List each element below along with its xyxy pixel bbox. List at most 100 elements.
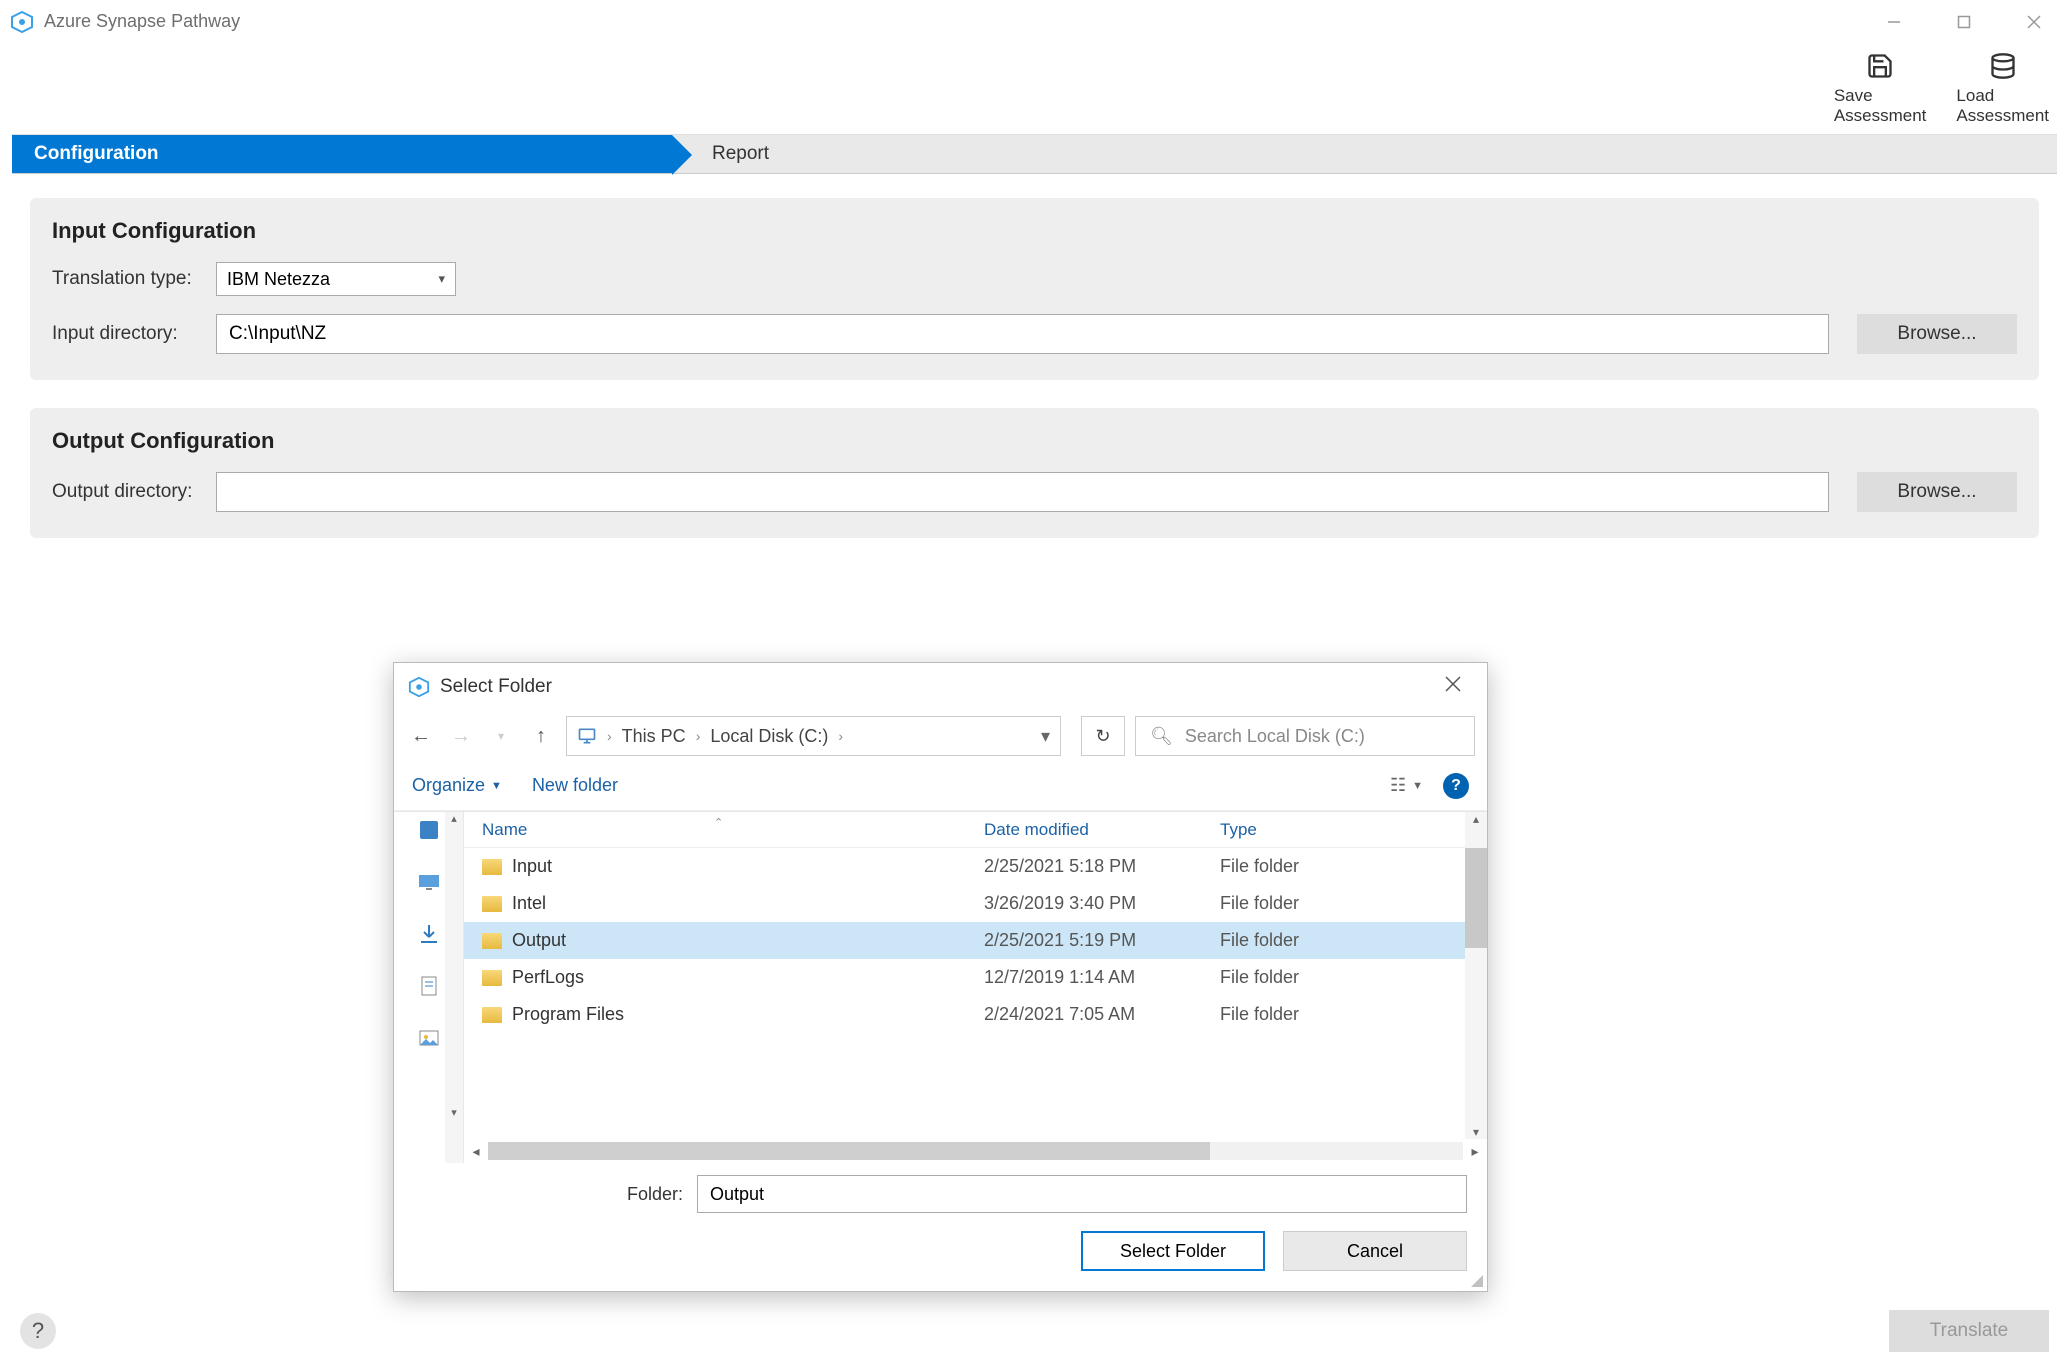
nav-up-button[interactable]: ↑ (526, 725, 556, 748)
tab-report[interactable]: Report (672, 135, 2057, 173)
input-config-title: Input Configuration (52, 218, 2017, 244)
chevron-down-icon: ▾ (438, 271, 445, 287)
save-icon (1866, 52, 1894, 80)
chevron-down-icon: ▼ (491, 780, 502, 792)
file-date: 12/7/2019 1:14 AM (984, 967, 1220, 988)
folder-input[interactable] (697, 1175, 1467, 1213)
dialog-toolbar: Organize▼ New folder ☷▼ ? (394, 761, 1487, 811)
file-row[interactable]: Intel 3/26/2019 3:40 PMFile folder (464, 885, 1487, 922)
input-config-panel: Input Configuration Translation type: IB… (30, 198, 2039, 380)
minimize-button[interactable] (1859, 0, 1929, 44)
file-row[interactable]: Program Files2/24/2021 7:05 AMFile folde… (464, 996, 1487, 1033)
dialog-titlebar: Select Folder (394, 663, 1487, 711)
file-hscrollbar[interactable]: ◂ ▸ (464, 1139, 1487, 1163)
breadcrumb-sep-icon: › (607, 728, 612, 744)
output-directory-label: Output directory: (52, 481, 202, 503)
column-type[interactable]: Type (1220, 820, 1487, 840)
file-row[interactable]: Input2/25/2021 5:18 PMFile folder (464, 848, 1487, 885)
resize-grip[interactable] (1469, 1273, 1483, 1287)
translation-type-select[interactable]: IBM Netezza ▾ (216, 262, 456, 296)
dialog-title-text: Select Folder (440, 676, 552, 698)
file-date: 3/26/2019 3:40 PM (984, 893, 1220, 914)
translate-button[interactable]: Translate (1889, 1310, 2049, 1352)
breadcrumb-sep-icon: › (838, 728, 843, 744)
close-button[interactable] (1999, 0, 2069, 44)
save-sublabel: Assessment (1834, 106, 1927, 125)
breadcrumb-this-pc[interactable]: This PC (622, 726, 686, 747)
window-controls (1859, 0, 2069, 44)
column-headers[interactable]: Name⌃ Date modified Type (464, 812, 1487, 848)
translation-type-label: Translation type: (52, 268, 202, 290)
tree-pane[interactable]: ▴▾ (394, 812, 464, 1163)
desktop-icon (417, 870, 441, 894)
load-sublabel: Assessment (1956, 106, 2049, 125)
file-name: PerfLogs (512, 967, 584, 988)
column-date[interactable]: Date modified (984, 820, 1220, 840)
folder-icon (482, 1007, 502, 1023)
documents-icon (417, 974, 441, 998)
file-row[interactable]: PerfLogs 12/7/2019 1:14 AMFile folder (464, 959, 1487, 996)
hscroll-left[interactable]: ◂ (464, 1143, 488, 1160)
save-assessment-button[interactable]: SaveAssessment (1834, 52, 1927, 126)
app-icon (10, 10, 34, 34)
dialog-app-icon (408, 676, 430, 698)
column-name[interactable]: Name (482, 820, 527, 839)
load-icon (1989, 52, 2017, 80)
titlebar: Azure Synapse Pathway (0, 0, 2069, 44)
folder-icon (482, 859, 502, 875)
load-assessment-button[interactable]: LoadAssessment (1956, 52, 2049, 126)
dialog-footer: Folder: Select Folder Cancel (394, 1163, 1487, 1291)
organize-menu[interactable]: Organize▼ (412, 775, 502, 796)
refresh-button[interactable]: ↻ (1081, 716, 1125, 756)
nav-recent-dropdown[interactable]: ▾ (486, 729, 516, 743)
address-bar[interactable]: › This PC › Local Disk (C:) › ▾ (566, 716, 1061, 756)
file-pane: Name⌃ Date modified Type Input2/25/2021 … (464, 812, 1487, 1163)
breadcrumb-drive[interactable]: Local Disk (C:) (710, 726, 828, 747)
new-folder-button[interactable]: New folder (532, 775, 618, 796)
help-button[interactable]: ? (20, 1313, 56, 1349)
this-pc-icon (577, 726, 597, 746)
file-date: 2/25/2021 5:19 PM (984, 930, 1220, 951)
dialog-help-button[interactable]: ? (1443, 773, 1469, 799)
file-name: Output (512, 930, 566, 951)
input-directory-field[interactable] (216, 314, 1829, 354)
view-options-button[interactable]: ☷▼ (1390, 775, 1423, 796)
output-directory-field[interactable] (216, 472, 1829, 512)
save-label: Save (1834, 86, 1873, 105)
chevron-down-icon: ▼ (1412, 780, 1423, 792)
folder-label: Folder: (627, 1184, 683, 1205)
dialog-nav: ← → ▾ ↑ › This PC › Local Disk (C:) › ▾ … (394, 711, 1487, 761)
address-dropdown-icon[interactable]: ▾ (1041, 726, 1050, 747)
nav-back-button[interactable]: ← (406, 725, 436, 748)
app-title: Azure Synapse Pathway (44, 11, 240, 32)
select-folder-button[interactable]: Select Folder (1081, 1231, 1265, 1271)
search-placeholder: Search Local Disk (C:) (1185, 726, 1365, 747)
maximize-button[interactable] (1929, 0, 1999, 44)
downloads-icon (417, 922, 441, 946)
tree-scrollbar[interactable]: ▴▾ (445, 812, 463, 1163)
pictures-icon (417, 1026, 441, 1050)
output-config-panel: Output Configuration Output directory: B… (30, 408, 2039, 538)
cancel-button[interactable]: Cancel (1283, 1231, 1467, 1271)
view-icon: ☷ (1390, 775, 1406, 796)
search-box[interactable]: 🔍︎ Search Local Disk (C:) (1135, 716, 1475, 756)
input-browse-button[interactable]: Browse... (1857, 314, 2017, 354)
file-type: File folder (1220, 967, 1487, 988)
nav-forward-button[interactable]: → (446, 725, 476, 748)
quick-access-icon (417, 818, 441, 842)
tab-configuration[interactable]: Configuration (12, 135, 672, 173)
tabstrip: Configuration Report (12, 134, 2057, 174)
folder-icon (482, 933, 502, 949)
file-name: Intel (512, 893, 546, 914)
file-name: Input (512, 856, 552, 877)
file-vscrollbar[interactable]: ▴▾ (1465, 812, 1487, 1139)
output-browse-button[interactable]: Browse... (1857, 472, 2017, 512)
output-config-title: Output Configuration (52, 428, 2017, 454)
file-type: File folder (1220, 893, 1487, 914)
file-row[interactable]: Output2/25/2021 5:19 PMFile folder (464, 922, 1487, 959)
dialog-close-button[interactable] (1433, 676, 1473, 698)
dialog-body: ▴▾ Name⌃ Date modified Type Input2/25/20… (394, 811, 1487, 1163)
load-label: Load (1956, 86, 1994, 105)
main-toolbar: SaveAssessment LoadAssessment (0, 44, 2069, 134)
hscroll-right[interactable]: ▸ (1463, 1143, 1487, 1160)
